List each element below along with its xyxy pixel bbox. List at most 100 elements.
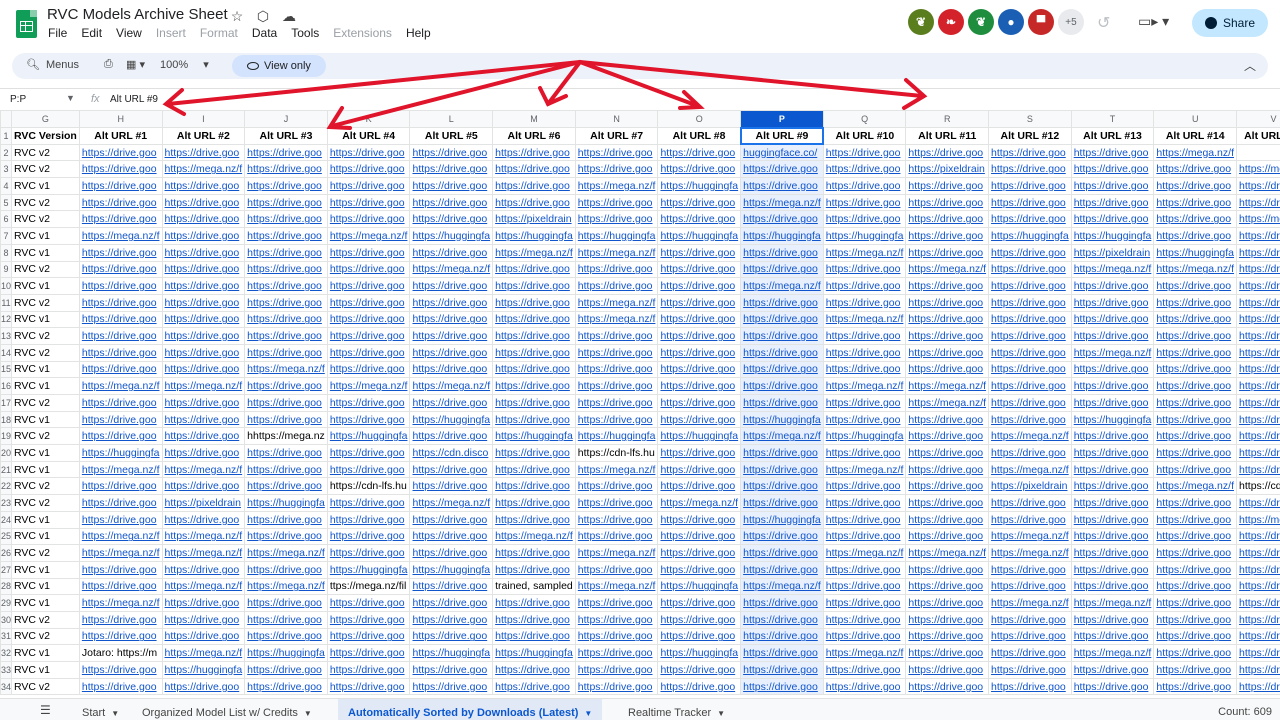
url-cell[interactable]: https://drive.goo (78, 394, 163, 412)
url-cell[interactable]: https://drive.goo (161, 243, 246, 262)
url-cell[interactable]: https://drive.goo (1070, 677, 1155, 696)
url-cell[interactable]: https://drive.goo (326, 310, 411, 329)
url-cell[interactable]: https://drive.goo (740, 477, 824, 496)
url-cell[interactable]: https://drive.goo (244, 460, 328, 479)
url-cell[interactable]: https://huggingfa (161, 661, 246, 679)
url-cell[interactable]: https://mega.nz/f (78, 594, 163, 612)
header-cell[interactable]: Alt URL #15 (1236, 127, 1280, 145)
menu-tools[interactable]: Tools (291, 26, 319, 40)
url-cell[interactable]: https://drive.go (1236, 310, 1280, 329)
url-cell[interactable]: https://drive.goo (78, 410, 163, 429)
rvc-version-cell[interactable]: RVC v2 (11, 343, 80, 362)
chevron-down-icon[interactable]: ▼ (66, 93, 75, 103)
url-cell[interactable]: https://drive.goo (409, 160, 494, 179)
url-cell[interactable]: https://drive.go (1236, 394, 1280, 412)
leaf-icon[interactable]: ❦ (908, 9, 934, 35)
url-cell[interactable]: https://drive.goo (244, 243, 328, 262)
url-cell[interactable]: https://drive.goo (492, 460, 576, 479)
url-cell[interactable]: https://drive.goo (822, 560, 907, 579)
url-cell[interactable]: https://drive.goo (1153, 327, 1238, 345)
url-cell[interactable]: https://huggingfa (492, 227, 576, 245)
url-cell[interactable]: https://drive.goo (78, 427, 163, 446)
url-cell[interactable]: https://drive.goo (409, 310, 494, 329)
url-cell[interactable]: https://drive.goo (492, 260, 576, 279)
url-cell[interactable]: https://drive.goo (161, 260, 246, 279)
url-cell[interactable]: https://drive.goo (657, 210, 742, 229)
url-cell[interactable]: https://mega.nz/f (409, 377, 494, 395)
url-cell[interactable]: https://drive.goo (740, 560, 824, 579)
url-cell[interactable]: https://drive.goo (905, 327, 990, 345)
rvc-version-cell[interactable]: RVC v1 (11, 460, 80, 479)
rvc-version-cell[interactable]: RVC v2 (11, 427, 80, 446)
url-cell[interactable]: https://drive.go (1236, 661, 1280, 679)
rvc-version-cell[interactable]: RVC v2 (11, 677, 80, 696)
url-cell[interactable]: https://drive.goo (409, 143, 494, 162)
url-cell[interactable]: https://drive.goo (822, 477, 907, 496)
url-cell[interactable]: https://drive.goo (1153, 527, 1238, 546)
share-button[interactable]: Share (1192, 9, 1268, 37)
url-cell[interactable]: https://drive.goo (326, 193, 411, 212)
rvc-version-cell[interactable]: RVC v1 (11, 277, 80, 295)
url-cell[interactable]: https://drive.goo (822, 260, 907, 279)
url-cell[interactable]: https://drive.goo (1153, 227, 1238, 245)
rvc-version-cell[interactable]: RVC v1 (11, 444, 80, 462)
url-cell[interactable]: https://drive.goo (326, 527, 411, 546)
url-cell[interactable]: https://drive.goo (409, 360, 494, 379)
url-cell[interactable]: https://drive.goo (657, 310, 742, 329)
row-header[interactable]: 6 (0, 210, 13, 229)
rvc-version-cell[interactable]: RVC v1 (11, 360, 80, 379)
url-cell[interactable]: https://drive.goo (1070, 527, 1155, 546)
row-header[interactable]: 31 (0, 627, 13, 646)
url-cell[interactable]: https://mega.nz/f (574, 577, 659, 596)
row-header[interactable]: 5 (0, 193, 13, 212)
url-cell[interactable]: https://drive.goo (988, 444, 1072, 462)
meet-video-icon[interactable]: ▭▸ ▾ (1138, 13, 1169, 30)
header-cell[interactable]: Alt URL #6 (492, 127, 576, 145)
url-cell[interactable]: https://mega.nz/f (988, 527, 1072, 546)
url-cell[interactable]: https://drive.goo (326, 394, 411, 412)
url-cell[interactable]: https://mega.nz/f (822, 310, 907, 329)
rvc-version-cell[interactable]: RVC v2 (11, 143, 80, 162)
url-cell[interactable]: https://drive.goo (244, 177, 328, 195)
url-cell[interactable]: https://huggingfa (326, 560, 411, 579)
column-header-r[interactable]: R (905, 110, 990, 128)
url-cell[interactable]: https://drive.goo (244, 510, 328, 529)
url-cell[interactable]: https://pixeldrain (492, 210, 576, 229)
url-cell[interactable]: huggingface.co/ (740, 143, 824, 162)
url-cell[interactable]: Jotaro: https://m (78, 644, 163, 662)
url-cell[interactable]: https://drive.goo (492, 293, 576, 312)
row-header[interactable]: 30 (0, 610, 13, 629)
url-cell[interactable]: https://drive.goo (326, 260, 411, 279)
row-header[interactable]: 3 (0, 160, 13, 179)
url-cell[interactable]: https://drive.goo (905, 343, 990, 362)
row-header[interactable]: 33 (0, 661, 13, 679)
url-cell[interactable]: https://huggingfa (740, 410, 824, 429)
url-cell[interactable]: https://drive.goo (78, 577, 163, 596)
url-cell[interactable]: https://drive.goo (905, 477, 990, 496)
row-header[interactable]: 27 (0, 560, 13, 579)
url-cell[interactable]: https://drive.goo (409, 177, 494, 195)
url-cell[interactable]: https://drive.goo (574, 360, 659, 379)
url-cell[interactable]: https://cdn-lfs.hu (326, 477, 411, 496)
url-cell[interactable]: https://drive.goo (78, 343, 163, 362)
url-cell[interactable]: https://drive.goo (988, 210, 1072, 229)
row-header[interactable]: 34 (0, 677, 13, 696)
url-cell[interactable]: https://mega.nz/f (326, 377, 411, 395)
row-header[interactable]: 2 (0, 143, 13, 162)
url-cell[interactable]: https://mega.nz/f (78, 544, 163, 562)
url-cell[interactable]: https://drive.goo (161, 594, 246, 612)
url-cell[interactable]: https://drive.goo (740, 360, 824, 379)
url-cell[interactable]: https://drive.goo (161, 444, 246, 462)
url-cell[interactable]: https://mega.nz/f (740, 277, 824, 295)
url-cell[interactable]: https://mega.nz/f (78, 460, 163, 479)
url-cell[interactable]: https://drive.goo (492, 444, 576, 462)
menu-extensions[interactable]: Extensions (333, 26, 392, 40)
url-cell[interactable]: https://drive.goo (905, 293, 990, 312)
url-cell[interactable]: https://drive.goo (1153, 410, 1238, 429)
url-cell[interactable]: https://mega.nz/f (905, 394, 990, 412)
url-cell[interactable]: https://drive.goo (161, 210, 246, 229)
url-cell[interactable]: https://drive.goo (161, 510, 246, 529)
url-cell[interactable]: https://drive.goo (161, 360, 246, 379)
url-cell[interactable]: https://mega.nz/f (161, 544, 246, 562)
chevron-down-icon[interactable]: ▼ (717, 709, 725, 718)
